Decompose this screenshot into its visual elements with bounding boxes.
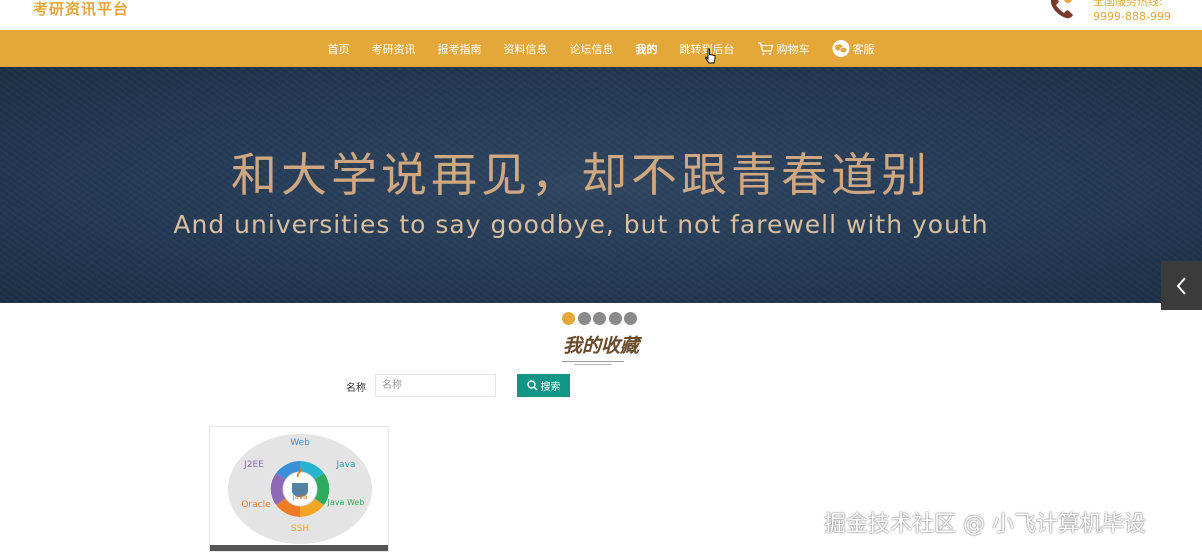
- hotline-label: 全国服务热线:: [1093, 0, 1163, 8]
- hotline-number: 9999-888-999: [1093, 10, 1171, 23]
- card-center-label: java: [292, 493, 308, 501]
- nav-item-label: 论坛信息: [569, 42, 614, 56]
- carousel-dot[interactable]: [608, 312, 622, 325]
- nav-item-forum[interactable]: 论坛信息: [570, 41, 614, 57]
- nav-item-news[interactable]: 考研资讯: [372, 41, 416, 57]
- section-title: 我的收藏: [562, 335, 639, 357]
- site-title[interactable]: 考研资讯平台: [33, 0, 129, 19]
- carousel-prev-button[interactable]: [1161, 261, 1202, 310]
- section-divider: [574, 364, 612, 365]
- segment-label: J2EE: [243, 460, 264, 470]
- chevron-left-icon: [1176, 276, 1186, 295]
- nav-item-materials[interactable]: 资料信息: [504, 41, 548, 57]
- nav-item-guide[interactable]: 报考指南: [438, 41, 482, 57]
- search-button-label: 搜索: [540, 382, 561, 393]
- carousel-dot[interactable]: [562, 312, 575, 325]
- carousel-dots: [562, 312, 640, 325]
- segment-label: Java Web: [327, 498, 365, 507]
- card-caption-bar: [210, 545, 388, 551]
- search-input[interactable]: [375, 374, 496, 397]
- nav-item-label: 客服: [852, 42, 875, 56]
- search-button[interactable]: 搜索: [517, 374, 570, 397]
- banner-title-cn: 和大学说再见，却不跟青春道别: [231, 148, 931, 202]
- segment-label: Web: [290, 438, 310, 448]
- carousel-dot[interactable]: [593, 312, 606, 325]
- nav-item-label: 资料信息: [503, 42, 548, 56]
- watermark: 掘金技术社区 @ 小飞计算机毕设: [824, 512, 1146, 537]
- section-divider: [562, 361, 624, 362]
- chat-icon: [832, 40, 849, 57]
- segment-label: SSH: [291, 524, 309, 534]
- cart-icon: [757, 41, 773, 55]
- nav-item-label: 首页: [327, 42, 350, 56]
- nav-item-label: 考研资讯: [371, 42, 416, 56]
- nav-item-label: 购物车: [776, 42, 810, 56]
- search-icon: [526, 380, 538, 391]
- nav-item-service[interactable]: 客服: [832, 40, 875, 57]
- search-label: 名称: [346, 383, 366, 394]
- main-nav: 首页 考研资讯 报考指南 资料信息 论坛信息 我的 跳转到后台 购物车 客服: [0, 30, 1202, 67]
- nav-item-home[interactable]: 首页: [328, 41, 350, 57]
- phone-icon: [1050, 0, 1073, 19]
- segment-label: Java: [335, 460, 355, 470]
- mouse-cursor-icon: [705, 48, 716, 64]
- hotline: 全国服务热线: 9999-888-999: [1093, 0, 1171, 24]
- nav-item-label: 我的: [635, 42, 658, 56]
- segment-label: Oracle: [241, 500, 271, 510]
- card-thumbnail: java Web Java Java Web SSH Oracle J2EE: [210, 427, 388, 547]
- hero-banner[interactable]: 和大学说再见，却不跟青春道别 And universities to say g…: [0, 67, 1202, 303]
- banner-title-en: And universities to say goodbye, but not…: [173, 210, 989, 239]
- page: 考研资讯平台 全国服务热线: 9999-888-999 首页 考研资讯 报考指南…: [0, 0, 1202, 552]
- nav-item-mine[interactable]: 我的: [636, 41, 658, 57]
- nav-item-label: 报考指南: [437, 42, 482, 56]
- carousel-dot[interactable]: [624, 312, 637, 325]
- carousel-dot[interactable]: [577, 312, 591, 325]
- top-bar: 考研资讯平台 全国服务热线: 9999-888-999: [0, 0, 1202, 30]
- nav-item-cart[interactable]: 购物车: [757, 41, 810, 57]
- collection-card[interactable]: java Web Java Java Web SSH Oracle J2EE: [209, 426, 389, 552]
